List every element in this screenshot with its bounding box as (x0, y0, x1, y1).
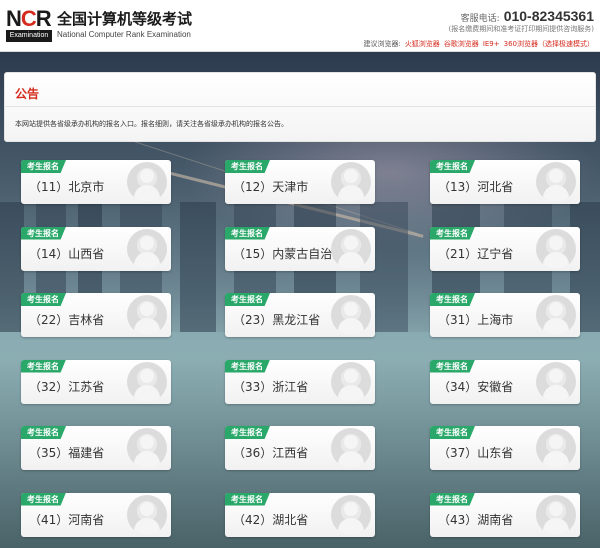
province-label: （15）内蒙古自治区 (233, 246, 345, 261)
register-tag: 考生报名 (225, 293, 270, 306)
hotline-number: 010-82345361 (503, 8, 594, 24)
user-avatar-icon (331, 295, 371, 335)
hotline-note: (报名缴费期间和准考证打印期间提供咨询服务) (448, 25, 594, 33)
province-label: （11）北京市 (29, 180, 105, 194)
user-avatar-icon (127, 228, 167, 269)
province-card[interactable]: 考生报名 （13）河北省 (430, 160, 580, 204)
province-label: （14）山西省 (29, 246, 105, 261)
province-label: （13）河北省 (438, 180, 514, 194)
province-card[interactable]: 考生报名 （34）安徽省 (430, 359, 580, 404)
register-tag: 考生报名 (430, 426, 475, 439)
province-label: （41）河南省 (29, 512, 105, 527)
user-avatar-icon (536, 295, 576, 335)
user-avatar-icon (536, 361, 576, 402)
register-tag: 考生报名 (225, 160, 270, 173)
site-header: NCR Examination 全国计算机等级考试 National Compu… (0, 0, 600, 52)
register-tag: 考生报名 (225, 426, 270, 439)
province-label: （35）福建省 (29, 446, 105, 460)
province-label: （43）湖南省 (438, 512, 514, 527)
province-card[interactable]: 考生报名 （15）内蒙古自治区 (225, 226, 375, 271)
province-label: （33）浙江省 (233, 379, 309, 394)
ncre-logo[interactable]: NCR Examination (6, 8, 52, 44)
register-tag: 考生报名 (21, 226, 66, 240)
province-label: （23）黑龙江省 (233, 313, 321, 327)
register-tag: 考生报名 (430, 226, 475, 240)
user-avatar-icon (536, 162, 576, 202)
browser-chrome-link[interactable]: 谷歌浏览器 (444, 40, 479, 48)
register-tag: 考生报名 (430, 359, 475, 373)
province-label: （12）天津市 (233, 180, 309, 194)
notice-text: 本网站提供各省级承办机构的报名入口。报名细则，请关注各省级承办机构的报名公告。 (15, 120, 288, 128)
province-card[interactable]: 考生报名 （31）上海市 (430, 293, 580, 337)
notice-title: 公告 (15, 87, 40, 101)
browser-label: 建议浏览器: (363, 40, 401, 48)
user-avatar-icon (127, 361, 167, 402)
province-card[interactable]: 考生报名 （32）江苏省 (21, 359, 171, 404)
user-avatar-icon (331, 361, 371, 402)
register-tag: 考生报名 (225, 359, 270, 373)
register-tag: 考生报名 (21, 359, 66, 373)
province-label: （42）湖北省 (233, 512, 309, 527)
province-card[interactable]: 考生报名 （21）辽宁省 (430, 226, 580, 271)
browser-ie-link[interactable]: IE9+ (483, 40, 500, 48)
register-tag: 考生报名 (430, 293, 475, 306)
province-label: （37）山东省 (438, 446, 514, 460)
site-title: 全国计算机等级考试 (57, 10, 193, 28)
register-tag: 考生报名 (21, 492, 66, 506)
hotline-label: 客服电话: (460, 14, 500, 24)
province-label: （32）江苏省 (29, 379, 105, 394)
province-card[interactable]: 考生报名 （11）北京市 (21, 160, 171, 204)
site-subtitle: National Computer Rank Examination (57, 30, 191, 39)
register-tag: 考生报名 (21, 426, 66, 439)
notice-panel: 公告 本网站提供各省级承办机构的报名入口。报名细则，请关注各省级承办机构的报名公… (4, 72, 596, 142)
province-label: （21）辽宁省 (438, 246, 514, 261)
province-label: （34）安徽省 (438, 379, 514, 394)
hotline: 客服电话: 010-82345361 (461, 6, 594, 25)
register-tag: 考生报名 (430, 160, 475, 173)
province-card[interactable]: 考生报名 （36）江西省 (225, 426, 375, 470)
user-avatar-icon (536, 494, 576, 535)
province-card[interactable]: 考生报名 （33）浙江省 (225, 359, 375, 404)
province-card[interactable]: 考生报名 （22）吉林省 (21, 293, 171, 337)
register-tag: 考生报名 (225, 226, 270, 240)
province-card[interactable]: 考生报名 （12）天津市 (225, 160, 375, 204)
province-label: （31）上海市 (438, 313, 514, 327)
province-card[interactable]: 考生报名 （42）湖北省 (225, 492, 375, 537)
user-avatar-icon (536, 228, 576, 269)
register-tag: 考生报名 (21, 293, 66, 306)
province-card[interactable]: 考生报名 （43）湖南省 (430, 492, 580, 537)
user-avatar-icon (331, 428, 371, 468)
browser-360-link[interactable]: 360浏览器（选择极速模式） (504, 40, 594, 48)
user-avatar-icon (127, 428, 167, 468)
user-avatar-icon (127, 162, 167, 202)
user-avatar-icon (331, 162, 371, 202)
province-grid: 考生报名 （11）北京市 考生报名 （12）天津市 考生报名 （13）河北省 考生报名 （14… (0, 160, 600, 548)
register-tag: 考生报名 (430, 492, 475, 506)
user-avatar-icon (331, 494, 371, 535)
user-avatar-icon (536, 428, 576, 468)
province-card[interactable]: 考生报名 （41）河南省 (21, 492, 171, 537)
register-tag: 考生报名 (21, 160, 66, 173)
province-card[interactable]: 考生报名 （37）山东省 (430, 426, 580, 470)
province-card[interactable]: 考生报名 （14）山西省 (21, 226, 171, 271)
province-card[interactable]: 考生报名 （35）福建省 (21, 426, 171, 470)
province-label: （36）江西省 (233, 446, 309, 460)
province-label: （22）吉林省 (29, 313, 105, 327)
register-tag: 考生报名 (225, 492, 270, 506)
browser-firefox-link[interactable]: 火狐浏览器 (405, 40, 440, 48)
logo-mark: NCR (6, 6, 52, 31)
user-avatar-icon (331, 228, 371, 269)
notice-divider (5, 106, 595, 107)
user-avatar-icon (127, 494, 167, 535)
logo-subtext: Examination (6, 30, 52, 42)
browser-recommendation: 建议浏览器: 火狐浏览器 谷歌浏览器 IE9+ 360浏览器（选择极速模式） (363, 39, 594, 49)
user-avatar-icon (127, 295, 167, 335)
province-card[interactable]: 考生报名 （23）黑龙江省 (225, 293, 375, 337)
